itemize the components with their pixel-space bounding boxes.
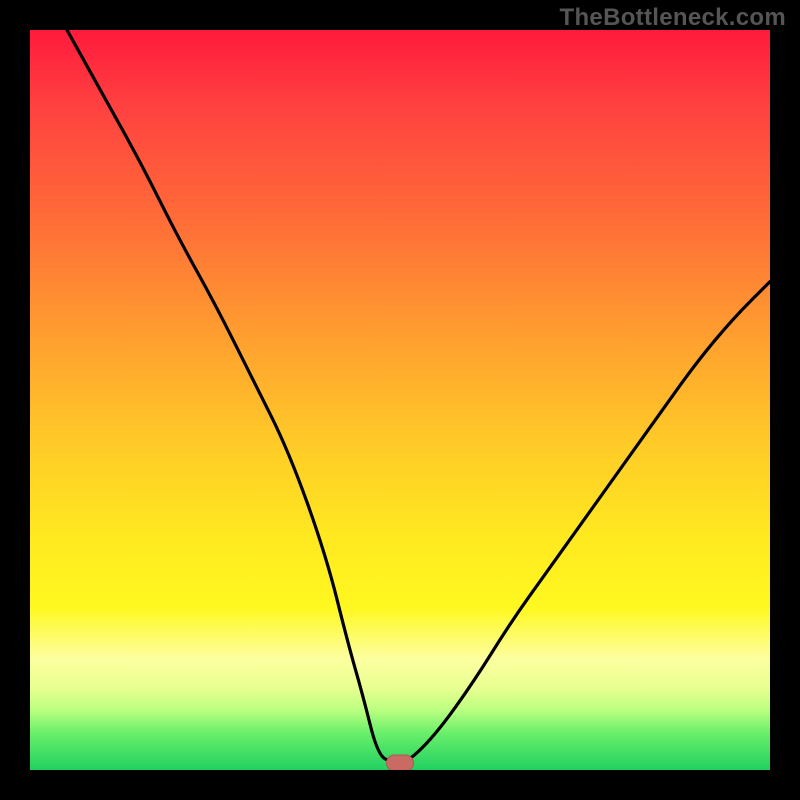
chart-frame: TheBottleneck.com [0, 0, 800, 800]
watermark-text: TheBottleneck.com [560, 4, 786, 32]
optimum-marker [386, 754, 414, 770]
bottleneck-curve [30, 30, 770, 770]
frame-border [770, 0, 800, 800]
frame-border [0, 0, 30, 800]
plot-area [30, 30, 770, 770]
frame-border [0, 770, 800, 800]
